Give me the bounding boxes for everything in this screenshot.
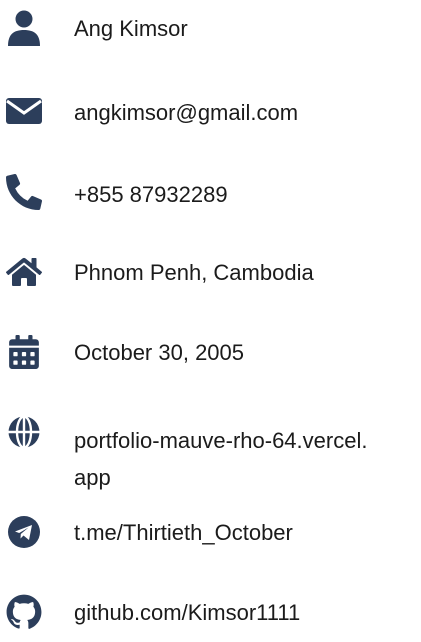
website-link-line-1[interactable]: portfolio-mauve-rho-64.vercel.	[74, 424, 367, 457]
birthday-text: October 30, 2005	[74, 340, 245, 365]
address-text: Phnom Penh, Cambodia	[74, 260, 314, 285]
github-link[interactable]: github.com/Kimsor1111	[74, 596, 300, 629]
globe-icon	[6, 414, 42, 450]
phone-icon	[6, 174, 42, 210]
home-icon	[6, 254, 42, 290]
calendar-icon	[6, 334, 42, 370]
website-link-line-2[interactable]: app	[74, 461, 111, 494]
telegram-icon	[6, 514, 42, 550]
user-icon	[6, 10, 42, 46]
telegram-link[interactable]: t.me/Thirtieth_October	[74, 516, 293, 549]
envelope-icon	[6, 92, 42, 128]
contact-list: Ang Kimsor angkimsor@gmail.com +855 8793…	[0, 0, 421, 642]
email-link[interactable]: angkimsor@gmail.com	[74, 96, 298, 129]
phone-link[interactable]: +855 87932289	[74, 178, 228, 211]
name-text: Ang Kimsor	[74, 16, 188, 41]
github-icon	[6, 594, 42, 630]
